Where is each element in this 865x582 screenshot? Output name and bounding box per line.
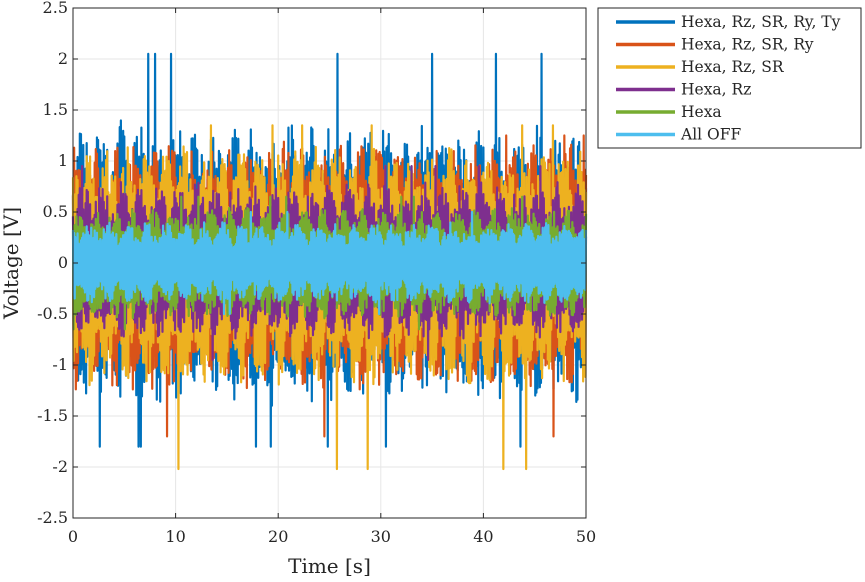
x-axis-title: Time [s] [288,554,371,578]
legend-label: Hexa [681,103,722,121]
x-tick-label: 40 [473,527,493,546]
y-tick-label: 2.5 [43,0,68,17]
y-tick-label: -2 [52,457,68,476]
x-tick-label: 20 [268,527,288,546]
x-tick-labels: 0 10 20 30 40 50 [68,527,596,546]
legend-label: Hexa, Rz, SR [681,58,785,76]
legend: Hexa, Rz, SR, Ry, Ty Hexa, Rz, SR, Ry He… [597,7,862,149]
y-tick-label: 2 [58,49,68,68]
legend-label: All OFF [680,126,741,144]
y-tick-label: -1 [52,355,68,374]
y-tick-labels: -2.5 -2 -1.5 -1 -0.5 0 0.5 1 1.5 2 2.5 [37,0,68,527]
x-tick-label: 50 [576,527,596,546]
y-tick-label: 0 [58,253,68,272]
x-tick-label: 0 [68,527,78,546]
voltage-time-chart: 0 10 20 30 40 50 -2.5 -2 -1.5 -1 -0.5 0 … [0,0,862,578]
y-tick-label: -1.5 [37,406,68,425]
y-tick-label: 1.5 [43,100,68,119]
legend-label: Hexa, Rz, SR, Ry [681,36,814,54]
y-tick-label: -2.5 [37,508,68,527]
x-tick-label: 30 [371,527,391,546]
y-tick-label: 0.5 [43,202,68,221]
x-tick-label: 10 [165,527,185,546]
y-tick-label: 1 [58,151,68,170]
legend-label: Hexa, Rz, SR, Ry, Ty [681,13,841,31]
legend-label: Hexa, Rz [681,81,751,99]
y-axis-title: Voltage [V] [0,207,23,320]
y-tick-label: -0.5 [37,304,68,323]
